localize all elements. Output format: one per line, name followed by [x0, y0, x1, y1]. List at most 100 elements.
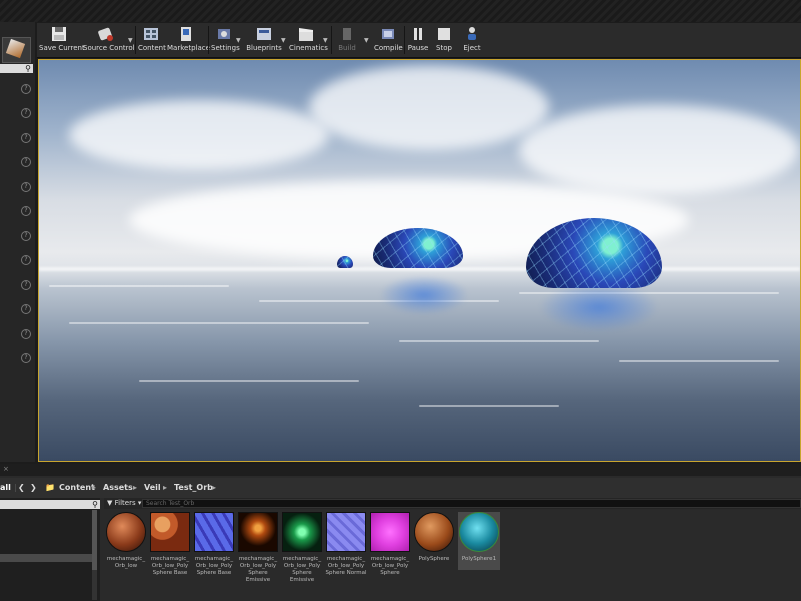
stop-icon [438, 28, 450, 40]
blueprints-button[interactable]: Blueprints [246, 23, 282, 57]
place-mode-cube-icon[interactable] [2, 37, 31, 63]
build-button[interactable]: Build [334, 23, 360, 57]
level-viewport[interactable] [38, 59, 801, 462]
cinematics-button[interactable]: Cinematics [289, 23, 328, 57]
blueprints-icon [257, 28, 271, 40]
modes-search-input[interactable]: ⚲ [0, 64, 33, 73]
content-button[interactable]: Content [138, 23, 166, 57]
filter-bar: ▼ Filters ▾ Search Test_Orb [104, 498, 801, 509]
breadcrumb-separator-icon: ▸ [133, 483, 138, 492]
source-control-dropdown-icon[interactable]: ▼ [128, 37, 133, 44]
folder-icon[interactable]: 📁 [45, 483, 55, 492]
selected-folder-row[interactable] [0, 554, 92, 562]
breadcrumb-assets[interactable]: Assets [103, 483, 133, 492]
title-bar [0, 0, 801, 22]
asset-thumbnail [194, 512, 234, 552]
help-icon[interactable]: ? [21, 206, 31, 216]
cinematics-dropdown-icon[interactable]: ▼ [323, 37, 328, 44]
compile-button[interactable]: Compile [374, 23, 403, 57]
asset-thumbnail [326, 512, 366, 552]
cinematics-icon [299, 28, 313, 41]
breadcrumb-veil[interactable]: Veil [144, 483, 161, 492]
asset-tile[interactable]: mechamagic_ Orb_low_Poly Sphere Base [149, 512, 191, 577]
folder-tree: ⚲ [0, 498, 100, 601]
help-icon[interactable]: ? [21, 329, 31, 339]
blueprints-dropdown-icon[interactable]: ▼ [281, 37, 286, 44]
orb-reflection [539, 282, 659, 332]
main-toolbar: Save Current Source Control ▼ Content Ma… [37, 23, 801, 58]
eject-button[interactable]: Eject [461, 23, 483, 57]
help-icon[interactable]: ? [21, 157, 31, 167]
marketplace-button[interactable]: Marketplace [167, 23, 210, 57]
asset-thumbnail [106, 512, 146, 552]
water-ripple [49, 285, 229, 287]
help-icon[interactable]: ? [21, 255, 31, 265]
source-control-button[interactable]: Source Control [83, 23, 135, 57]
build-dropdown-icon[interactable]: ▼ [364, 37, 369, 44]
asset-tile[interactable]: mechamagic_ Orb_low_Poly Sphere [369, 512, 411, 577]
water-ripple [619, 360, 779, 362]
help-icon[interactable]: ? [21, 231, 31, 241]
breadcrumb-separator-icon: ▸ [212, 483, 217, 492]
water-ripple [399, 340, 599, 342]
marketplace-icon [181, 27, 191, 41]
content-icon [144, 28, 158, 40]
forward-arrow-icon[interactable]: ❯ [30, 483, 37, 492]
asset-tile[interactable]: mechamagic_ Orb_low_Poly Sphere Normal [325, 512, 367, 577]
modes-panel: ⚲ ? ? ? ? ? ? ? ? ? ? ? ? [0, 22, 35, 462]
asset-tile[interactable]: mechamagic_ Orb_low_Poly Sphere Emissive [237, 512, 279, 584]
asset-tile[interactable]: PolySphere [413, 512, 455, 563]
close-icon[interactable]: × [3, 465, 9, 473]
asset-thumbnail [414, 512, 454, 552]
cloud [69, 100, 329, 170]
folder-tree-scrollbar[interactable] [92, 510, 97, 600]
asset-tile[interactable]: mechamagic_ Orb_low_Poly Sphere Emissive [281, 512, 323, 584]
back-arrow-icon[interactable]: ❮ [18, 483, 25, 492]
asset-tile[interactable]: mechamagic_ Orb_low_Poly Sphere Base [193, 512, 235, 577]
asset-thumbnail [459, 512, 499, 552]
help-icon[interactable]: ? [21, 108, 31, 118]
source-control-icon [98, 27, 113, 41]
orb-small[interactable] [337, 256, 353, 268]
breadcrumb-content[interactable]: Content [59, 483, 95, 492]
eject-icon [468, 27, 476, 40]
pause-button[interactable]: Pause [406, 23, 430, 57]
help-icon[interactable]: ? [21, 133, 31, 143]
orb-reflection [379, 275, 469, 315]
stop-button[interactable]: Stop [433, 23, 455, 57]
save-current-button[interactable]: Save Current [39, 23, 85, 57]
water-ripple [419, 405, 559, 407]
asset-thumbnail [282, 512, 322, 552]
help-icon[interactable]: ? [21, 353, 31, 363]
search-icon: ⚲ [92, 500, 98, 509]
settings-icon [218, 29, 230, 39]
divider: | [14, 483, 17, 492]
asset-thumbnail [238, 512, 278, 552]
content-browser-pathbar: all | ❮ ❯ 📁 Content ▸ Assets ▸ Veil ▸ Te… [0, 478, 801, 498]
breadcrumb-separator-icon: ▸ [92, 483, 97, 492]
asset-thumbnail [370, 512, 410, 552]
save-icon [52, 27, 66, 41]
content-browser: × all | ❮ ❯ 📁 Content ▸ Assets ▸ Veil ▸ … [0, 464, 801, 601]
help-icon[interactable]: ? [21, 280, 31, 290]
help-icon[interactable]: ? [21, 84, 31, 94]
cloud [309, 65, 549, 150]
asset-tile-selected[interactable]: PolySphere1 [458, 512, 500, 570]
settings-button[interactable]: Settings [211, 23, 240, 57]
settings-dropdown-icon[interactable]: ▼ [236, 37, 241, 44]
folder-search-input[interactable]: ⚲ [0, 500, 100, 509]
asset-tile[interactable]: mechamagic_ Orb_low [105, 512, 147, 570]
water-ripple [139, 380, 359, 382]
help-icon[interactable]: ? [21, 182, 31, 192]
cloud [519, 105, 799, 195]
search-icon: ⚲ [25, 64, 31, 73]
tab-all[interactable]: all [0, 483, 11, 492]
breadcrumb-separator-icon: ▸ [163, 483, 168, 492]
asset-thumbnail [150, 512, 190, 552]
build-icon [343, 28, 351, 40]
filters-button[interactable]: ▼ Filters ▾ [107, 499, 141, 507]
breadcrumb-test-orb[interactable]: Test_Orb [174, 483, 213, 492]
help-icon[interactable]: ? [21, 304, 31, 314]
compile-icon [382, 29, 394, 39]
asset-search-input[interactable]: Search Test_Orb [142, 499, 801, 508]
